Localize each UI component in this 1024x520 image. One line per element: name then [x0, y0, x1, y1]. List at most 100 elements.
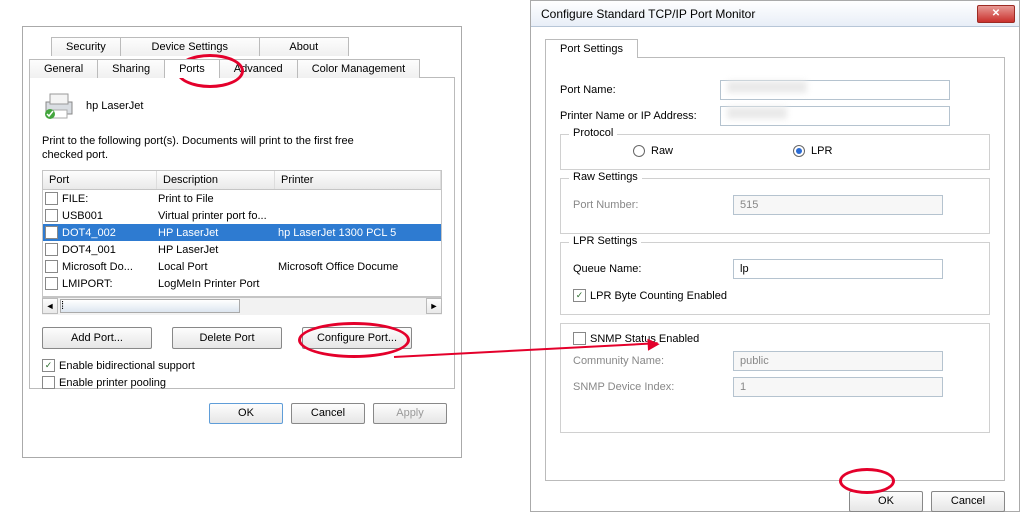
close-button[interactable]: ✕ [977, 5, 1015, 23]
checkbox-label: Enable bidirectional support [59, 360, 195, 372]
port-name-label: Port Name: [560, 84, 720, 96]
printer-addr-row: Printer Name or IP Address: [560, 106, 990, 126]
snmp-status-checkbox[interactable]: SNMP Status Enabled [573, 332, 977, 345]
port-list-row[interactable]: FILE:Print to File [43, 190, 441, 207]
dialog-buttons: OK Cancel Apply [23, 395, 461, 432]
add-port-button[interactable]: Add Port... [42, 327, 152, 349]
tab-about[interactable]: About [259, 37, 349, 56]
port-cell: DOT4_002 [62, 227, 158, 239]
ok-button[interactable]: OK [209, 403, 283, 424]
port-cell: Microsoft Do... [62, 261, 158, 273]
queue-name-input[interactable]: lp [733, 259, 943, 279]
port-number-label: Port Number: [573, 199, 733, 211]
delete-port-button[interactable]: Delete Port [172, 327, 282, 349]
snmp-group: SNMP Status Enabled Community Name: publ… [560, 323, 990, 433]
enable-pooling-checkbox[interactable]: Enable printer pooling [42, 376, 442, 389]
raw-settings-group: Raw Settings Port Number: 515 [560, 178, 990, 234]
desc-cell: HP LaserJet [158, 227, 278, 239]
lpr-byte-counting-checkbox[interactable]: ✓ LPR Byte Counting Enabled [573, 289, 977, 302]
configure-port-dialog: Configure Standard TCP/IP Port Monitor ✕… [530, 0, 1020, 512]
tab-port-settings[interactable]: Port Settings [545, 39, 638, 58]
queue-name-label: Queue Name: [573, 263, 733, 275]
checkbox-label: SNMP Status Enabled [590, 333, 699, 345]
port-list-row[interactable]: LMIPORT:LogMeIn Printer Port [43, 275, 441, 292]
checkbox-icon [45, 209, 58, 222]
scrollbar-horizontal[interactable]: ◄ ⁞ ► [42, 297, 442, 315]
port-list-header: Port Description Printer [42, 170, 442, 189]
checkbox-icon [573, 332, 586, 345]
printer-cell: Microsoft Office Docume [278, 261, 441, 273]
printer-addr-label: Printer Name or IP Address: [560, 110, 720, 122]
tab-ports[interactable]: Ports [164, 59, 220, 78]
dialog-buttons: OK Cancel [539, 487, 1011, 512]
port-settings-panel: Port Name: Printer Name or IP Address: P… [545, 57, 1005, 481]
printer-cell: hp LaserJet 1300 PCL 5 [278, 227, 441, 239]
enable-bidirectional-checkbox[interactable]: ✓ Enable bidirectional support [42, 359, 442, 372]
port-cell: FILE: [62, 193, 158, 205]
port-number-input: 515 [733, 195, 943, 215]
radio-label: Raw [651, 145, 673, 157]
checkbox-label: Enable printer pooling [59, 377, 166, 389]
port-list-row[interactable]: ✓ DOT4_002HP LaserJethp LaserJet 1300 PCL… [43, 224, 441, 241]
checkbox-icon [45, 260, 58, 273]
community-label: Community Name: [573, 355, 733, 367]
radio-label: LPR [811, 145, 832, 157]
intro-text: Print to the following port(s). Document… [42, 134, 442, 162]
checkbox-icon [45, 277, 58, 290]
configure-port-button[interactable]: Configure Port... [302, 327, 412, 349]
checkbox-icon: ✓ [45, 226, 58, 239]
tab-color-management[interactable]: Color Management [297, 59, 421, 78]
scroll-thumb[interactable]: ⁞ [60, 299, 240, 313]
tab-row-bottom: General Sharing Ports Advanced Color Man… [23, 55, 461, 78]
cancel-button[interactable]: Cancel [931, 491, 1005, 512]
port-cell: DOT4_001 [62, 244, 158, 256]
protocol-label: Protocol [569, 127, 617, 139]
port-list-row[interactable]: Microsoft Do...Local PortMicrosoft Offic… [43, 258, 441, 275]
checkbox-icon: ✓ [42, 359, 55, 372]
col-printer[interactable]: Printer [275, 171, 441, 189]
checkbox-icon [45, 192, 58, 205]
tab-sharing[interactable]: Sharing [97, 59, 165, 78]
lpr-settings-group: LPR Settings Queue Name: lp ✓ LPR Byte C… [560, 242, 990, 315]
tab-row-top: Security Device Settings About [23, 33, 461, 56]
tab-device-settings[interactable]: Device Settings [120, 37, 260, 56]
printer-addr-input[interactable] [720, 106, 950, 126]
lpr-settings-label: LPR Settings [569, 235, 641, 247]
desc-cell: Local Port [158, 261, 278, 273]
col-desc[interactable]: Description [157, 171, 275, 189]
dialog-title: Configure Standard TCP/IP Port Monitor [535, 7, 755, 21]
cancel-button[interactable]: Cancel [291, 403, 365, 424]
printer-name: hp LaserJet [86, 100, 143, 112]
apply-button[interactable]: Apply [373, 403, 447, 424]
checkbox-icon: ✓ [573, 289, 586, 302]
checkbox-label: LPR Byte Counting Enabled [590, 290, 727, 302]
protocol-group: Protocol Raw LPR [560, 134, 990, 170]
radio-icon [633, 145, 645, 157]
port-list-row[interactable]: DOT4_001HP LaserJet [43, 241, 441, 258]
tab-security[interactable]: Security [51, 37, 121, 56]
port-buttons: Add Port... Delete Port Configure Port..… [42, 327, 442, 349]
snmp-index-label: SNMP Device Index: [573, 381, 733, 393]
col-port[interactable]: Port [43, 171, 157, 189]
tab-advanced[interactable]: Advanced [219, 59, 298, 78]
printer-icon [42, 92, 76, 120]
port-cell: USB001 [62, 210, 158, 222]
port-name-input[interactable] [720, 80, 950, 100]
scroll-left-arrow[interactable]: ◄ [42, 298, 58, 314]
desc-cell: Print to File [158, 193, 278, 205]
title-bar[interactable]: Configure Standard TCP/IP Port Monitor ✕ [531, 1, 1019, 27]
tab-general[interactable]: General [29, 59, 98, 78]
checkbox-icon [45, 243, 58, 256]
community-input: public [733, 351, 943, 371]
desc-cell: LogMeIn Printer Port [158, 278, 278, 290]
radio-icon [793, 145, 805, 157]
ok-button[interactable]: OK [849, 491, 923, 512]
printer-properties-dialog: Security Device Settings About General S… [22, 26, 462, 458]
tab-row: Port Settings [539, 35, 1011, 58]
radio-lpr[interactable]: LPR [793, 145, 832, 157]
scroll-right-arrow[interactable]: ► [426, 298, 442, 314]
radio-raw[interactable]: Raw [633, 145, 673, 157]
port-list-row[interactable]: USB001Virtual printer port fo... [43, 207, 441, 224]
raw-settings-label: Raw Settings [569, 171, 642, 183]
port-list[interactable]: FILE:Print to FileUSB001Virtual printer … [42, 189, 442, 297]
